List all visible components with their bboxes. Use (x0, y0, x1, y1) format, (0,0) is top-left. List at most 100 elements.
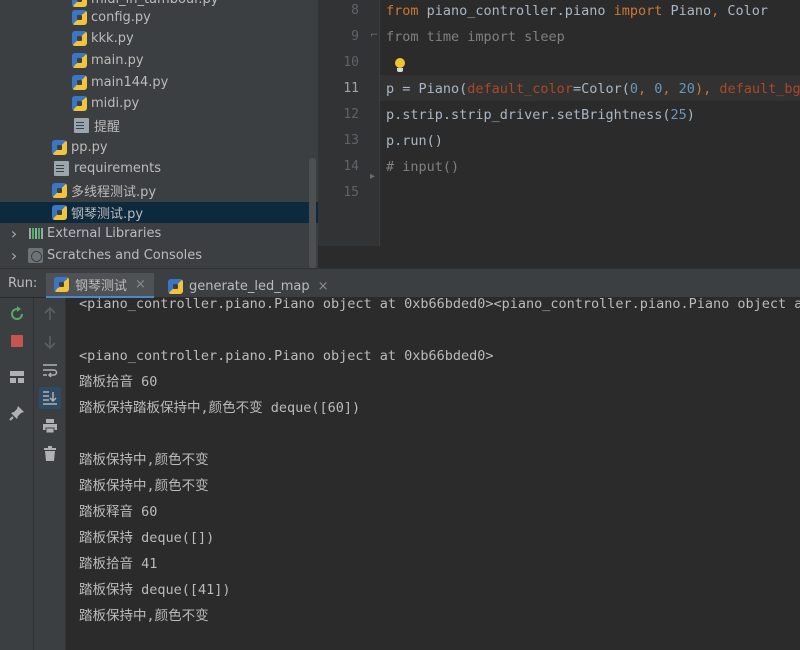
code-token: 0 (629, 81, 638, 97)
tree-item-label: 多线程测试.py (71, 185, 157, 200)
text-file-icon (74, 118, 89, 133)
up-arrow-icon[interactable] (39, 303, 61, 325)
code-token: , (662, 81, 679, 97)
soft-wrap-icon[interactable] (39, 359, 61, 381)
libraries-icon (28, 226, 43, 241)
layout-icon[interactable] (6, 366, 28, 388)
code-line[interactable]: from piano_controller.piano import Piano… (386, 0, 768, 24)
line-number: 10 (343, 55, 359, 70)
console-line: <piano_controller.piano.Piano object at … (79, 348, 494, 364)
project-scrollbar[interactable] (309, 158, 316, 268)
run-toolbar-primary (0, 298, 34, 650)
trash-icon[interactable] (39, 443, 61, 465)
python-file-icon (72, 10, 87, 25)
tree-item[interactable]: pp.py (0, 137, 318, 158)
tree-item-label: requirements (74, 161, 161, 176)
line-number: 12 (343, 107, 359, 122)
tree-item-label: 钢琴测试.py (71, 207, 144, 222)
tree-item-label: config.py (91, 10, 151, 25)
python-file-icon (168, 278, 183, 294)
python-file-icon (54, 277, 69, 292)
tree-item[interactable]: 钢琴测试.py (0, 202, 318, 223)
tree-item[interactable]: main144.py (0, 72, 318, 93)
console-line: 踏板保持 deque([]) (79, 530, 215, 546)
run-tab-generate-led-map[interactable]: generate_led_map × (160, 273, 337, 299)
tree-item[interactable]: kkk.py (0, 28, 318, 49)
line-number: 15 (343, 185, 359, 200)
code-line[interactable]: p.run() (386, 128, 443, 154)
tree-item-label: 提醒 (94, 120, 121, 135)
code-token: Piano (670, 3, 712, 19)
code-token: p.strip.strip_driver.setBrightness( (386, 107, 671, 123)
scratches-icon (28, 248, 43, 263)
tree-item[interactable]: › External Libraries (0, 223, 318, 244)
tree-item[interactable]: requirements (0, 158, 318, 179)
close-icon[interactable]: × (318, 279, 329, 294)
code-token: 20 (678, 81, 695, 97)
python-file-icon (52, 183, 67, 198)
code-token: Color (727, 3, 769, 19)
code-line[interactable]: p.strip.strip_driver.setBrightness(25) (386, 102, 695, 128)
tree-item-label: main144.py (91, 75, 169, 90)
code-token: default_color (467, 81, 573, 97)
tree-item-label: midi.py (91, 96, 140, 111)
tree-item-label: External Libraries (47, 226, 162, 241)
tree-item-label: midi_in_tambour.py (91, 0, 218, 7)
line-number: 14 (343, 159, 359, 174)
line-number: 8 (351, 3, 359, 18)
console-line: 踏板保持中,颜色不变 (79, 608, 209, 624)
code-line[interactable]: from time import sleep (386, 24, 565, 50)
tree-item[interactable]: midi.py (0, 93, 318, 114)
down-arrow-icon[interactable] (39, 331, 61, 353)
line-number: 9 (351, 29, 359, 44)
stop-icon[interactable] (6, 330, 28, 352)
code-token: ), (694, 81, 720, 97)
console-line: <piano_controller.piano.Piano object at … (79, 298, 800, 312)
print-icon[interactable] (39, 415, 61, 437)
fold-marker-icon[interactable]: ▸ (370, 171, 375, 182)
tree-item[interactable]: main.py (0, 50, 318, 71)
scroll-to-end-icon[interactable] (39, 387, 61, 409)
code-token: p.run() (386, 133, 443, 149)
chevron-right-icon[interactable]: › (6, 246, 22, 265)
run-tab-piano-test[interactable]: 钢琴测试 × (46, 273, 154, 299)
tree-item[interactable]: › Scratches and Consoles (0, 245, 318, 266)
console-line: 踏板释音 60 (79, 504, 158, 520)
console-line: 踏板保持中,颜色不变 (79, 478, 209, 494)
console-line: 踏板保持踏板保持中,颜色不变 deque([60]) (79, 400, 361, 416)
code-line[interactable]: p = Piano(default_color=Color(0, 0, 20),… (386, 76, 800, 102)
close-icon[interactable]: × (135, 277, 146, 292)
line-number: 11 (343, 81, 359, 96)
chevron-right-icon[interactable]: › (6, 224, 22, 243)
lightbulb-icon[interactable] (394, 58, 406, 74)
python-file-icon (72, 31, 87, 46)
pin-icon[interactable] (6, 402, 28, 424)
run-tab-label: generate_led_map (189, 278, 310, 294)
code-token: # input() (386, 159, 460, 175)
python-file-icon (52, 140, 67, 155)
code-editor[interactable]: 8 9 10 11 12 13 14 15 ⌐ ▸ from piano_controller.p… (318, 0, 800, 268)
code-token: =Color( (572, 81, 630, 97)
run-console-output[interactable]: <piano_controller.piano.Piano object at … (66, 298, 800, 650)
tree-item[interactable]: config.py (0, 7, 318, 28)
console-line: 踏板拾音 41 (79, 556, 158, 572)
code-token: piano_controller.piano (426, 3, 614, 19)
code-line[interactable]: # input() (386, 154, 459, 180)
text-file-icon (54, 161, 69, 176)
tree-item-label: main.py (91, 53, 144, 68)
console-line: 踏板保持 deque([41]) (79, 582, 231, 598)
code-token: ) (686, 107, 695, 123)
code-token: , (711, 3, 728, 19)
rerun-icon[interactable] (6, 303, 28, 325)
python-file-icon (72, 0, 87, 7)
fold-marker-icon[interactable]: ⌐ (370, 30, 378, 41)
line-number: 13 (343, 133, 359, 148)
tree-item[interactable]: 多线程测试.py (0, 180, 318, 201)
tree-item[interactable]: 提醒 (0, 115, 318, 136)
tree-item-label: kkk.py (91, 31, 134, 46)
run-toolbar-secondary (34, 298, 66, 650)
code-token: , (638, 81, 655, 97)
code-token: from time import sleep (386, 29, 565, 45)
code-token: from (386, 3, 427, 19)
python-file-icon (72, 53, 87, 68)
